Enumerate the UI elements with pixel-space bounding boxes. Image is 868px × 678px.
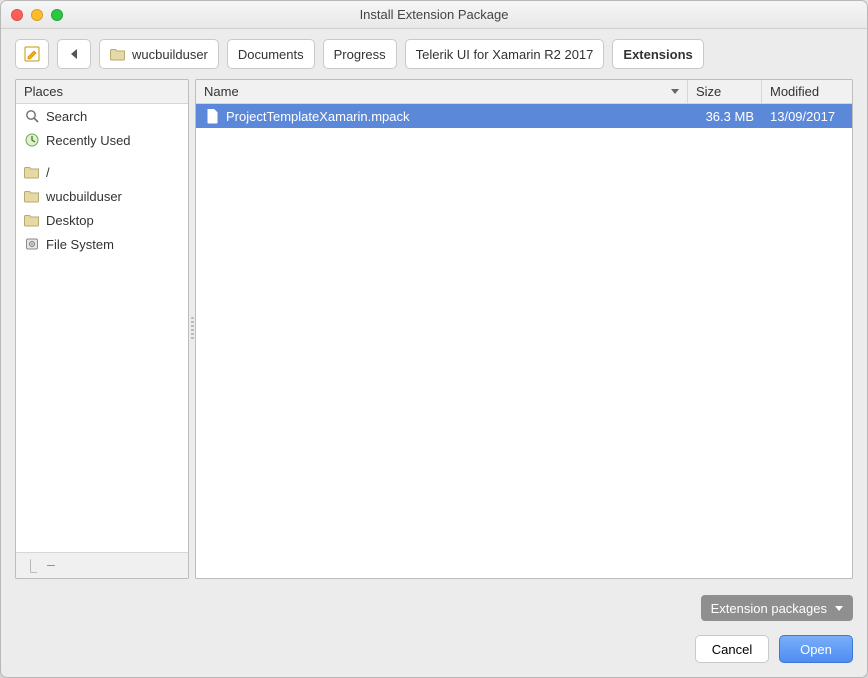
file-type-filter[interactable]: Extension packages	[701, 595, 853, 621]
file-icon	[204, 108, 220, 124]
breadcrumb-label: Progress	[334, 47, 386, 62]
folder-icon	[24, 164, 40, 180]
places-sidebar: Places Search Recently Used / wucbuilduser D…	[15, 79, 189, 579]
breadcrumb: wucbuilduser Documents Progress Telerik UI …	[99, 39, 704, 69]
sidebar-item[interactable]: Search	[16, 104, 188, 128]
toolbar: wucbuilduser Documents Progress Telerik UI …	[1, 29, 867, 79]
breadcrumb-segment[interactable]: Telerik UI for Xamarin R2 2017	[405, 39, 605, 69]
breadcrumb-label: wucbuilduser	[132, 47, 208, 62]
edit-path-button[interactable]	[15, 39, 49, 69]
file-modified: 13/09/2017	[762, 109, 852, 124]
search-icon	[24, 108, 40, 124]
titlebar: Install Extension Package	[1, 1, 867, 29]
file-list-pane: Name Size Modified ProjectTemplateXamari…	[195, 79, 853, 579]
sidebar-item[interactable]: File System	[16, 232, 188, 256]
sidebar-item[interactable]: wucbuilduser	[16, 184, 188, 208]
sidebar-item-label: File System	[46, 237, 114, 252]
sidebar-item-label: Recently Used	[46, 133, 131, 148]
recent-icon	[24, 132, 40, 148]
places-list: Search Recently Used / wucbuilduser Desktop F…	[16, 104, 188, 552]
remove-bookmark-icon[interactable]: —	[47, 558, 55, 573]
breadcrumb-segment[interactable]: Extensions	[612, 39, 703, 69]
window-title: Install Extension Package	[1, 7, 867, 22]
sidebar-item[interactable]: Recently Used	[16, 128, 188, 152]
folder-icon	[24, 188, 40, 204]
file-name: ProjectTemplateXamarin.mpack	[226, 109, 410, 124]
file-row[interactable]: ProjectTemplateXamarin.mpack 36.3 MB13/09…	[196, 104, 852, 128]
back-button[interactable]	[57, 39, 91, 69]
chevron-down-icon	[835, 606, 843, 611]
sidebar-item-label: Desktop	[46, 213, 94, 228]
breadcrumb-segment[interactable]: Progress	[323, 39, 397, 69]
column-modified[interactable]: Modified	[762, 80, 852, 103]
breadcrumb-label: Documents	[238, 47, 304, 62]
places-footer: ⎿ —	[16, 552, 188, 578]
sidebar-item-label: /	[46, 165, 50, 180]
file-size: 36.3 MB	[688, 109, 762, 124]
add-bookmark-icon[interactable]: ⎿	[24, 556, 37, 575]
sidebar-item[interactable]: /	[16, 160, 188, 184]
chevron-left-icon	[71, 49, 77, 59]
sort-indicator-icon	[671, 89, 679, 94]
disk-icon	[24, 236, 40, 252]
folder-icon	[110, 46, 126, 62]
places-header: Places	[16, 80, 188, 104]
column-name[interactable]: Name	[196, 80, 688, 103]
file-rows: ProjectTemplateXamarin.mpack 36.3 MB13/09…	[196, 104, 852, 578]
dialog-actions: Cancel Open	[1, 627, 867, 677]
file-dialog-window: Install Extension Package wucbuilduser Do…	[0, 0, 868, 678]
folder-icon	[24, 212, 40, 228]
sidebar-item[interactable]: Desktop	[16, 208, 188, 232]
pencil-icon	[23, 45, 41, 63]
sidebar-item-label: Search	[46, 109, 87, 124]
breadcrumb-segment[interactable]: Documents	[227, 39, 315, 69]
breadcrumb-label: Telerik UI for Xamarin R2 2017	[416, 47, 594, 62]
open-button[interactable]: Open	[779, 635, 853, 663]
column-size[interactable]: Size	[688, 80, 762, 103]
sidebar-item-label: wucbuilduser	[46, 189, 122, 204]
column-headers: Name Size Modified	[196, 80, 852, 104]
breadcrumb-segment[interactable]: wucbuilduser	[99, 39, 219, 69]
cancel-button[interactable]: Cancel	[695, 635, 769, 663]
breadcrumb-label: Extensions	[623, 47, 692, 62]
